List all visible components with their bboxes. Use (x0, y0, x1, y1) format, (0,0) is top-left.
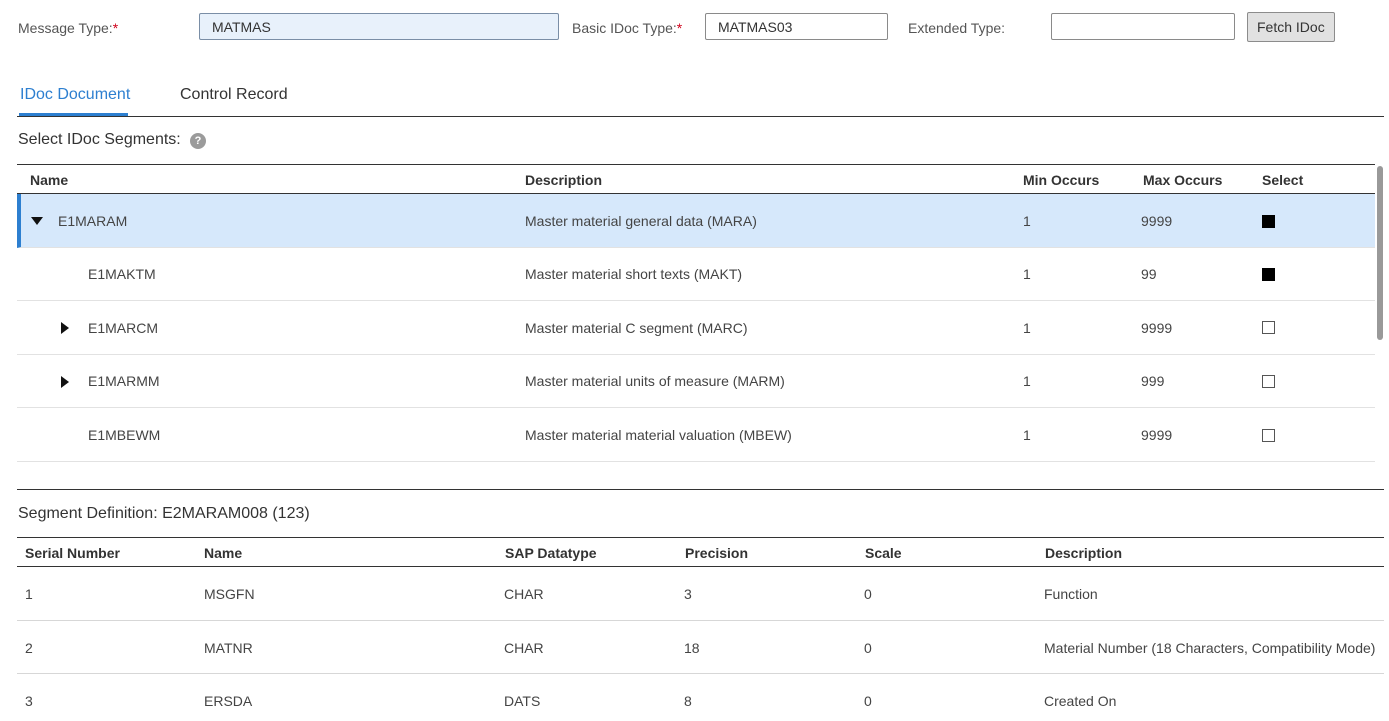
segments-title: Select IDoc Segments: (18, 131, 181, 148)
tabs-divider (17, 116, 1384, 117)
definition-table-top-border (17, 537, 1384, 538)
definition-divider (17, 489, 1384, 490)
segments-table-top-border (17, 164, 1375, 165)
segment-description: Master material C segment (MARC) (525, 320, 748, 336)
segment-description: Master material material valuation (MBEW… (525, 427, 792, 443)
field-datatype: DATS (504, 693, 541, 709)
required-marker: * (676, 20, 683, 36)
field-name: MATNR (204, 640, 253, 656)
field-description: Created On (1044, 693, 1117, 709)
basic-idoc-type-label: Basic IDoc Type:* (572, 20, 682, 36)
segment-max-occurs: 999 (1141, 373, 1165, 389)
table-row[interactable]: E1MARAM Master material general data (MA… (17, 194, 1375, 248)
table-row[interactable]: E1MARCM Master material C segment (MARC)… (17, 301, 1375, 355)
segment-description: Master material short texts (MAKT) (525, 266, 743, 282)
segment-select-checkbox[interactable] (1262, 321, 1275, 334)
tab-control-record[interactable]: Control Record (180, 86, 288, 104)
table-row[interactable]: E1MARMM Master material units of measure… (17, 355, 1375, 408)
field-scale: 0 (864, 586, 872, 602)
segment-min-occurs: 1 (1023, 320, 1031, 336)
field-description: Material Number (18 Characters, Compatib… (1044, 640, 1376, 656)
field-name: MSGFN (204, 586, 255, 602)
segment-select-checkbox[interactable] (1262, 429, 1275, 442)
field-precision: 3 (684, 586, 692, 602)
table-row[interactable]: E1MBEWM Master material material valuati… (17, 408, 1375, 462)
row-divider (17, 673, 1384, 674)
segment-description: Master material general data (MARA) (525, 213, 757, 229)
basic-idoc-type-label-text: Basic IDoc Type: (572, 20, 677, 36)
fetch-idoc-button[interactable]: Fetch IDoc (1247, 12, 1335, 42)
definition-header-bottom-border (17, 566, 1384, 567)
segment-name: E1MBEWM (88, 427, 161, 443)
segment-name: E1MARMM (88, 373, 160, 389)
extended-type-input[interactable] (1051, 13, 1235, 40)
basic-idoc-type-input[interactable] (705, 13, 888, 40)
segment-max-occurs: 99 (1141, 266, 1157, 282)
segment-name: E1MAKTM (88, 266, 156, 282)
segment-min-occurs: 1 (1023, 427, 1031, 443)
segment-description: Master material units of measure (MARM) (525, 373, 785, 389)
field-scale: 0 (864, 693, 872, 709)
message-type-label: Message Type:* (18, 20, 118, 36)
field-scale: 0 (864, 640, 872, 656)
segment-max-occurs: 9999 (1141, 320, 1173, 336)
col-header-precision[interactable]: Precision (685, 545, 748, 561)
collapse-arrow-icon[interactable] (31, 217, 43, 225)
help-icon[interactable]: ? (190, 133, 206, 149)
col-header-sap-datatype[interactable]: SAP Datatype (505, 545, 597, 561)
field-serial: 1 (25, 586, 33, 602)
field-name: ERSDA (204, 693, 253, 709)
segment-min-occurs: 1 (1023, 266, 1031, 282)
required-marker: * (112, 20, 119, 36)
col-header-serial-number[interactable]: Serial Number (25, 545, 120, 561)
segment-name: E1MARAM (58, 213, 128, 229)
field-precision: 18 (684, 640, 700, 656)
col-header-max-occurs[interactable]: Max Occurs (1143, 172, 1222, 188)
segments-scrollbar[interactable] (1377, 166, 1383, 340)
segment-min-occurs: 1 (1023, 373, 1031, 389)
field-datatype: CHAR (504, 640, 544, 656)
col-header-description[interactable]: Description (525, 172, 602, 188)
col-header-min-occurs[interactable]: Min Occurs (1023, 172, 1099, 188)
table-row[interactable]: E1MAKTM Master material short texts (MAK… (17, 248, 1375, 301)
field-serial: 3 (25, 693, 33, 709)
expand-arrow-icon[interactable] (61, 376, 69, 388)
message-type-label-text: Message Type: (18, 20, 113, 36)
segment-max-occurs: 9999 (1141, 213, 1173, 229)
field-precision: 8 (684, 693, 692, 709)
segment-max-occurs: 9999 (1141, 427, 1173, 443)
col-header-description[interactable]: Description (1045, 545, 1122, 561)
field-description: Function (1044, 586, 1098, 602)
segment-select-checkbox[interactable] (1262, 215, 1275, 228)
col-header-select[interactable]: Select (1262, 172, 1303, 188)
tab-idoc-document[interactable]: IDoc Document (20, 86, 130, 104)
segment-name: E1MARCM (88, 320, 159, 336)
extended-type-label: Extended Type: (908, 20, 1006, 36)
segment-select-checkbox[interactable] (1262, 268, 1275, 281)
col-header-name[interactable]: Name (30, 172, 68, 188)
row-divider (17, 620, 1384, 621)
expand-arrow-icon[interactable] (61, 322, 69, 334)
segment-select-checkbox[interactable] (1262, 375, 1275, 388)
segment-definition-title: Segment Definition: E2MARAM008 (123) (18, 505, 310, 522)
field-serial: 2 (25, 640, 33, 656)
segment-min-occurs: 1 (1023, 213, 1031, 229)
col-header-name[interactable]: Name (204, 545, 242, 561)
message-type-input[interactable] (199, 13, 559, 40)
field-datatype: CHAR (504, 586, 544, 602)
col-header-scale[interactable]: Scale (865, 545, 902, 561)
